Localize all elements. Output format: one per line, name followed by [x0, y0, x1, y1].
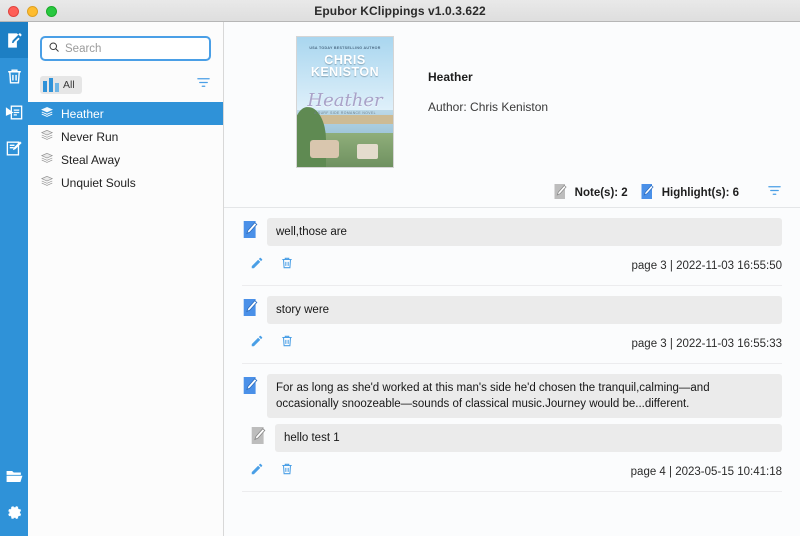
pencil-icon[interactable]: [250, 334, 264, 353]
entry-timestamp: page 4 | 2023-05-15 10:41:18: [631, 466, 782, 478]
window-controls: [8, 6, 57, 17]
note-row: hello test 1: [242, 424, 782, 452]
clippings-list: well,those are page 3 | 2022-11-03 16:55…: [224, 208, 800, 492]
highlight-text[interactable]: story were: [267, 296, 782, 324]
window-title: Epubor KClippings v1.0.3.622: [0, 4, 800, 18]
rail-bottom-group: [0, 458, 28, 530]
highlight-text[interactable]: For as long as she'd worked at this man'…: [267, 374, 782, 418]
notes-counter: Note(s): 2: [553, 183, 628, 203]
highlight-row: well,those are: [242, 218, 782, 246]
highlight-pen-icon: [640, 183, 655, 203]
books-stack-icon: [40, 105, 54, 122]
books-bars-icon: [43, 78, 59, 92]
clipping-entry: well,those are page 3 | 2022-11-03 16:55…: [242, 218, 782, 286]
highlight-pen-icon: [242, 220, 259, 239]
sidebar-filter-row: All: [40, 74, 211, 96]
rail-item-note-edit[interactable]: [0, 22, 28, 58]
trash-icon: [5, 67, 24, 86]
highlight-text[interactable]: well,those are: [267, 218, 782, 246]
highlight-row: story were: [242, 296, 782, 324]
book-item-never-run[interactable]: Never Run: [28, 125, 223, 148]
books-stack-icon: [40, 128, 54, 145]
document-edit-icon: [5, 139, 24, 158]
folder-open-icon: [5, 467, 24, 486]
books-stack-icon: [40, 151, 54, 168]
rail-item-settings[interactable]: [0, 494, 28, 530]
rail-item-trash[interactable]: [0, 58, 28, 94]
search-box[interactable]: [40, 36, 211, 61]
pencil-icon[interactable]: [250, 462, 264, 481]
entry-action-buttons: [242, 462, 294, 481]
books-stack-icon: [40, 174, 54, 191]
entry-action-buttons: [242, 256, 294, 275]
app-window: Epubor KClippings v1.0.3.622: [0, 0, 800, 536]
entry-action-buttons: [242, 334, 294, 353]
gear-icon: [5, 503, 24, 522]
all-books-filter[interactable]: All: [40, 76, 82, 94]
rail-item-clipping-import[interactable]: [0, 94, 28, 130]
book-title: Heather: [428, 70, 548, 84]
main-panel: USA TODAY BESTSELLING AUTHOR CHRIS KENIS…: [224, 22, 800, 536]
book-author: Author: Chris Keniston: [428, 100, 548, 114]
sidebar-filter-icon[interactable]: [196, 75, 211, 95]
entry-actions: page 3 | 2022-11-03 16:55:50: [242, 252, 782, 286]
book-item-heather[interactable]: Heather: [28, 102, 223, 125]
clipping-entry: story were page 3 | 2022-11-03 16:55:33: [242, 296, 782, 364]
highlights-counter-label: Highlight(s): 6: [662, 187, 739, 199]
book-item-label: Steal Away: [61, 153, 120, 167]
pencil-icon[interactable]: [250, 256, 264, 275]
clipping-import-icon: [5, 103, 24, 122]
books-sidebar: All Heather Never Run: [28, 22, 224, 536]
book-item-steal-away[interactable]: Steal Away: [28, 148, 223, 171]
icon-rail: [0, 22, 28, 536]
highlight-row: For as long as she'd worked at this man'…: [242, 374, 782, 418]
trash-icon[interactable]: [280, 462, 294, 481]
book-list: Heather Never Run Steal Away Unquiet Sou…: [28, 102, 223, 194]
book-item-label: Unquiet Souls: [61, 176, 136, 190]
note-text[interactable]: hello test 1: [275, 424, 782, 452]
highlights-counter: Highlight(s): 6: [640, 183, 739, 203]
note-edit-icon: [5, 31, 24, 50]
cover-title-text: Heather: [297, 90, 393, 111]
close-button[interactable]: [8, 6, 19, 17]
all-books-label: All: [63, 79, 75, 91]
cover-subtitle-text: A SURF SIDE ROMANCE NOVEL: [297, 111, 393, 115]
highlight-pen-icon: [242, 298, 259, 317]
cover-banner-text: USA TODAY BESTSELLING AUTHOR: [297, 46, 393, 50]
zoom-button[interactable]: [46, 6, 57, 17]
cover-author-text: CHRIS KENISTON: [297, 54, 393, 79]
search-input[interactable]: [65, 43, 205, 55]
highlight-pen-icon: [242, 376, 259, 395]
note-pen-icon: [553, 183, 568, 203]
cover-author-line2: KENISTON: [297, 66, 393, 79]
cover-chair: [310, 140, 339, 158]
entry-timestamp: page 3 | 2022-11-03 16:55:33: [632, 338, 782, 350]
trash-icon[interactable]: [280, 334, 294, 353]
book-item-label: Heather: [61, 107, 104, 121]
cover-table: [357, 144, 378, 160]
counters-bar: Note(s): 2 Highlight(s): 6: [224, 178, 800, 208]
clippings-filter-icon[interactable]: [767, 183, 782, 203]
title-bar: Epubor KClippings v1.0.3.622: [0, 0, 800, 22]
notes-counter-label: Note(s): 2: [575, 187, 628, 199]
book-cover-image: USA TODAY BESTSELLING AUTHOR CHRIS KENIS…: [296, 36, 394, 168]
entry-actions: page 3 | 2022-11-03 16:55:33: [242, 330, 782, 364]
book-meta: Heather Author: Chris Keniston: [394, 36, 548, 168]
minimize-button[interactable]: [27, 6, 38, 17]
rail-item-document-edit[interactable]: [0, 130, 28, 166]
book-header: USA TODAY BESTSELLING AUTHOR CHRIS KENIS…: [224, 22, 800, 168]
search-icon: [48, 40, 60, 58]
entry-timestamp: page 3 | 2022-11-03 16:55:50: [632, 260, 782, 272]
clipping-entry: For as long as she'd worked at this man'…: [242, 374, 782, 492]
book-item-label: Never Run: [61, 130, 118, 144]
book-item-unquiet-souls[interactable]: Unquiet Souls: [28, 171, 223, 194]
entry-actions: page 4 | 2023-05-15 10:41:18: [242, 458, 782, 492]
note-pen-icon: [250, 426, 267, 445]
rail-item-folder[interactable]: [0, 458, 28, 494]
trash-icon[interactable]: [280, 256, 294, 275]
search-area: [28, 22, 223, 61]
